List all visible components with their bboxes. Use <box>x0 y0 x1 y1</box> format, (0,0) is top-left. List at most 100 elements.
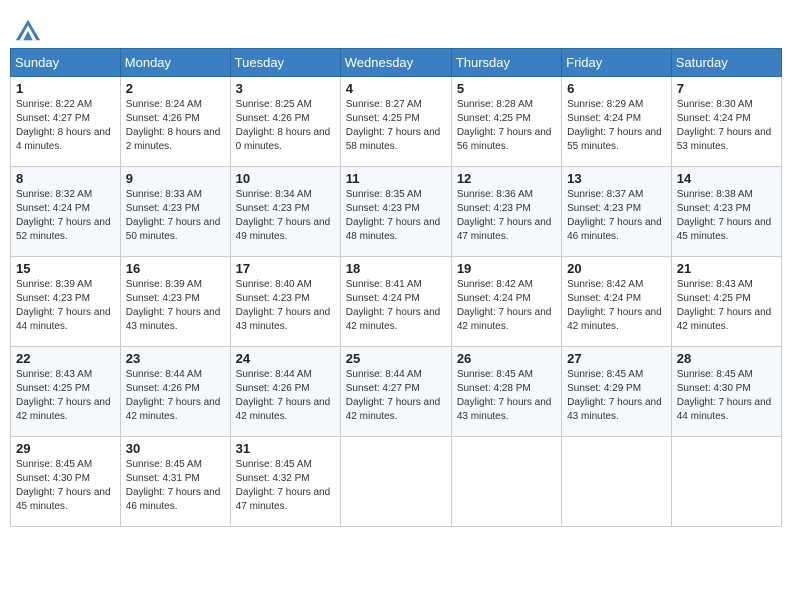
day-detail: Sunrise: 8:41 AMSunset: 4:24 PMDaylight:… <box>346 279 441 332</box>
day-number: 5 <box>457 81 556 96</box>
calendar-cell: 25 Sunrise: 8:44 AMSunset: 4:27 PMDaylig… <box>340 347 451 437</box>
day-number: 18 <box>346 261 446 276</box>
day-number: 4 <box>346 81 446 96</box>
calendar-cell: 23 Sunrise: 8:44 AMSunset: 4:26 PMDaylig… <box>120 347 230 437</box>
day-detail: Sunrise: 8:30 AMSunset: 4:24 PMDaylight:… <box>677 99 772 152</box>
day-number: 30 <box>126 441 225 456</box>
calendar-cell <box>340 437 451 527</box>
calendar-cell: 17 Sunrise: 8:40 AMSunset: 4:23 PMDaylig… <box>230 257 340 347</box>
day-number: 9 <box>126 171 225 186</box>
calendar-cell <box>671 437 781 527</box>
calendar-cell: 6 Sunrise: 8:29 AMSunset: 4:24 PMDayligh… <box>562 77 672 167</box>
day-number: 16 <box>126 261 225 276</box>
calendar-cell: 31 Sunrise: 8:45 AMSunset: 4:32 PMDaylig… <box>230 437 340 527</box>
calendar-cell: 12 Sunrise: 8:36 AMSunset: 4:23 PMDaylig… <box>451 167 561 257</box>
day-detail: Sunrise: 8:44 AMSunset: 4:26 PMDaylight:… <box>126 369 221 422</box>
day-number: 12 <box>457 171 556 186</box>
calendar-cell: 26 Sunrise: 8:45 AMSunset: 4:28 PMDaylig… <box>451 347 561 437</box>
day-detail: Sunrise: 8:44 AMSunset: 4:26 PMDaylight:… <box>236 369 331 422</box>
day-detail: Sunrise: 8:45 AMSunset: 4:29 PMDaylight:… <box>567 369 662 422</box>
day-number: 28 <box>677 351 776 366</box>
day-detail: Sunrise: 8:45 AMSunset: 4:30 PMDaylight:… <box>677 369 772 422</box>
calendar-cell: 16 Sunrise: 8:39 AMSunset: 4:23 PMDaylig… <box>120 257 230 347</box>
day-number: 15 <box>16 261 115 276</box>
day-detail: Sunrise: 8:44 AMSunset: 4:27 PMDaylight:… <box>346 369 441 422</box>
calendar-cell: 21 Sunrise: 8:43 AMSunset: 4:25 PMDaylig… <box>671 257 781 347</box>
day-detail: Sunrise: 8:32 AMSunset: 4:24 PMDaylight:… <box>16 189 111 242</box>
day-number: 7 <box>677 81 776 96</box>
day-number: 2 <box>126 81 225 96</box>
day-detail: Sunrise: 8:42 AMSunset: 4:24 PMDaylight:… <box>567 279 662 332</box>
column-header-saturday: Saturday <box>671 49 781 77</box>
day-number: 3 <box>236 81 335 96</box>
calendar-cell: 5 Sunrise: 8:28 AMSunset: 4:25 PMDayligh… <box>451 77 561 167</box>
day-number: 21 <box>677 261 776 276</box>
day-number: 27 <box>567 351 666 366</box>
calendar-cell: 14 Sunrise: 8:38 AMSunset: 4:23 PMDaylig… <box>671 167 781 257</box>
calendar-week-row: 8 Sunrise: 8:32 AMSunset: 4:24 PMDayligh… <box>11 167 782 257</box>
day-detail: Sunrise: 8:39 AMSunset: 4:23 PMDaylight:… <box>16 279 111 332</box>
calendar-cell: 1 Sunrise: 8:22 AMSunset: 4:27 PMDayligh… <box>11 77 121 167</box>
day-number: 17 <box>236 261 335 276</box>
day-number: 14 <box>677 171 776 186</box>
day-detail: Sunrise: 8:35 AMSunset: 4:23 PMDaylight:… <box>346 189 441 242</box>
calendar-cell <box>562 437 672 527</box>
day-number: 24 <box>236 351 335 366</box>
calendar-cell: 22 Sunrise: 8:43 AMSunset: 4:25 PMDaylig… <box>11 347 121 437</box>
day-detail: Sunrise: 8:33 AMSunset: 4:23 PMDaylight:… <box>126 189 221 242</box>
day-number: 31 <box>236 441 335 456</box>
day-detail: Sunrise: 8:43 AMSunset: 4:25 PMDaylight:… <box>677 279 772 332</box>
calendar-cell: 24 Sunrise: 8:44 AMSunset: 4:26 PMDaylig… <box>230 347 340 437</box>
calendar-cell: 11 Sunrise: 8:35 AMSunset: 4:23 PMDaylig… <box>340 167 451 257</box>
day-detail: Sunrise: 8:45 AMSunset: 4:31 PMDaylight:… <box>126 459 221 512</box>
column-header-monday: Monday <box>120 49 230 77</box>
calendar-cell: 20 Sunrise: 8:42 AMSunset: 4:24 PMDaylig… <box>562 257 672 347</box>
day-number: 23 <box>126 351 225 366</box>
calendar-cell: 29 Sunrise: 8:45 AMSunset: 4:30 PMDaylig… <box>11 437 121 527</box>
calendar-cell: 10 Sunrise: 8:34 AMSunset: 4:23 PMDaylig… <box>230 167 340 257</box>
calendar-cell: 7 Sunrise: 8:30 AMSunset: 4:24 PMDayligh… <box>671 77 781 167</box>
calendar-cell: 27 Sunrise: 8:45 AMSunset: 4:29 PMDaylig… <box>562 347 672 437</box>
calendar-cell <box>451 437 561 527</box>
column-header-thursday: Thursday <box>451 49 561 77</box>
day-detail: Sunrise: 8:45 AMSunset: 4:28 PMDaylight:… <box>457 369 552 422</box>
calendar-cell: 8 Sunrise: 8:32 AMSunset: 4:24 PMDayligh… <box>11 167 121 257</box>
day-detail: Sunrise: 8:40 AMSunset: 4:23 PMDaylight:… <box>236 279 331 332</box>
calendar-cell: 13 Sunrise: 8:37 AMSunset: 4:23 PMDaylig… <box>562 167 672 257</box>
day-detail: Sunrise: 8:39 AMSunset: 4:23 PMDaylight:… <box>126 279 221 332</box>
logo-icon <box>14 16 42 44</box>
day-number: 26 <box>457 351 556 366</box>
day-detail: Sunrise: 8:43 AMSunset: 4:25 PMDaylight:… <box>16 369 111 422</box>
day-detail: Sunrise: 8:34 AMSunset: 4:23 PMDaylight:… <box>236 189 331 242</box>
day-detail: Sunrise: 8:36 AMSunset: 4:23 PMDaylight:… <box>457 189 552 242</box>
calendar-cell: 4 Sunrise: 8:27 AMSunset: 4:25 PMDayligh… <box>340 77 451 167</box>
day-detail: Sunrise: 8:45 AMSunset: 4:30 PMDaylight:… <box>16 459 111 512</box>
day-number: 10 <box>236 171 335 186</box>
day-number: 13 <box>567 171 666 186</box>
day-number: 11 <box>346 171 446 186</box>
day-number: 29 <box>16 441 115 456</box>
calendar-cell: 9 Sunrise: 8:33 AMSunset: 4:23 PMDayligh… <box>120 167 230 257</box>
calendar-week-row: 15 Sunrise: 8:39 AMSunset: 4:23 PMDaylig… <box>11 257 782 347</box>
calendar-cell: 18 Sunrise: 8:41 AMSunset: 4:24 PMDaylig… <box>340 257 451 347</box>
day-detail: Sunrise: 8:42 AMSunset: 4:24 PMDaylight:… <box>457 279 552 332</box>
calendar-table: SundayMondayTuesdayWednesdayThursdayFrid… <box>10 48 782 527</box>
day-number: 25 <box>346 351 446 366</box>
logo <box>14 16 46 44</box>
day-detail: Sunrise: 8:45 AMSunset: 4:32 PMDaylight:… <box>236 459 331 512</box>
day-number: 20 <box>567 261 666 276</box>
calendar-cell: 15 Sunrise: 8:39 AMSunset: 4:23 PMDaylig… <box>11 257 121 347</box>
day-number: 8 <box>16 171 115 186</box>
calendar-week-row: 1 Sunrise: 8:22 AMSunset: 4:27 PMDayligh… <box>11 77 782 167</box>
day-detail: Sunrise: 8:38 AMSunset: 4:23 PMDaylight:… <box>677 189 772 242</box>
day-detail: Sunrise: 8:25 AMSunset: 4:26 PMDaylight:… <box>236 99 331 152</box>
day-detail: Sunrise: 8:22 AMSunset: 4:27 PMDaylight:… <box>16 99 111 152</box>
calendar-cell: 2 Sunrise: 8:24 AMSunset: 4:26 PMDayligh… <box>120 77 230 167</box>
column-header-sunday: Sunday <box>11 49 121 77</box>
page-header <box>10 10 782 44</box>
day-detail: Sunrise: 8:28 AMSunset: 4:25 PMDaylight:… <box>457 99 552 152</box>
column-header-wednesday: Wednesday <box>340 49 451 77</box>
day-detail: Sunrise: 8:27 AMSunset: 4:25 PMDaylight:… <box>346 99 441 152</box>
column-header-friday: Friday <box>562 49 672 77</box>
day-number: 1 <box>16 81 115 96</box>
